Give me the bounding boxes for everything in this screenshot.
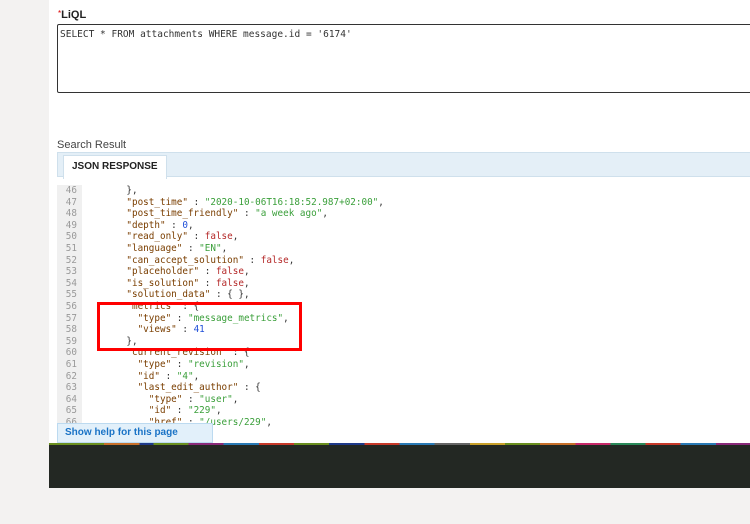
code-token: "placeholder" [104,266,200,278]
code-token: : [199,266,216,278]
code-token: : [238,208,256,220]
code-token: "2020-10-06T16:18:52.987+02:00" [204,196,379,208]
line-number: 60 [65,347,77,359]
code-line: 49 "depth" : 0, [57,220,194,232]
code-token: "language" [104,243,183,254]
code-token: "EN" [199,243,222,254]
line-number: 52 [65,254,77,266]
code-token: , [221,243,228,254]
code-token: , [187,219,194,231]
code-token: "a week ago" [255,208,323,220]
line-number: 47 [65,196,77,208]
code-token: "post_time_friendly" [104,208,239,220]
result-tabbar: JSON RESPONSE [57,152,750,179]
code-token: , [193,370,200,382]
code-line: 64 "type" : "user", [57,393,239,406]
code-token: , [243,266,250,278]
line-number: 58 [65,324,77,336]
code-line: 65 "id" : "229", [57,405,222,417]
code-token: "solution_data" [104,289,211,301]
line-number: 59 [65,335,77,347]
code-token: , [232,393,239,405]
code-token: "is_solution" [104,277,200,289]
line-number: 53 [65,266,77,278]
code-token: : [182,243,200,254]
code-token: , [322,208,328,220]
code-token: , [243,277,250,289]
line-number: 48 [65,208,77,220]
code-token: "4" [176,370,194,382]
code-token: , [243,359,250,370]
code-token: : [187,231,205,243]
code-token: : [171,359,188,370]
code-token: "last_edit_author" [104,382,239,394]
code-token: false [215,266,244,278]
code-token: "229" [187,405,216,417]
code-token: : [199,277,216,289]
code-token: "revision" [187,359,244,370]
liql-label-text: LiQL [61,9,87,21]
code-line: 50 "read_only" : false, [57,231,239,243]
line-number: 63 [65,382,77,394]
search-result-heading: Search Result [57,139,127,151]
line-number: 57 [65,312,77,324]
code-token: "depth" [104,219,166,231]
main-content: *LiQL SELECT * FROM attachments WHERE me… [49,0,750,443]
code-token: : [159,370,177,382]
line-number: 64 [65,393,77,405]
code-token: : [187,196,205,208]
line-number: 61 [65,359,77,370]
liql-query-input[interactable]: SELECT * FROM attachments WHERE message.… [57,24,750,93]
line-number: 62 [65,370,77,382]
code-token: : [182,393,200,405]
liql-label: *LiQL [58,9,86,21]
code-line: 55 "solution_data" : { }, [57,289,250,301]
code-token: "id" [104,370,160,382]
code-line: 51 "language" : "EN", [57,243,227,255]
code-line: 62 "id" : "4", [57,371,199,383]
line-number: 56 [65,301,77,312]
code-line: 46 }, [57,185,138,197]
show-help-link[interactable]: Show help for this page [57,423,213,443]
code-token: "read_only" [104,231,188,243]
code-token: : { }, [210,289,250,301]
code-token: , [378,196,384,208]
page-footer [49,443,750,488]
code-token: false [260,254,289,266]
line-number: 65 [65,405,77,417]
code-token: }, [104,185,138,196]
code-token: : { [238,382,261,394]
code-token: : [165,219,183,231]
code-line: 47 "post_time" : "2020-10-06T16:18:52.98… [57,197,384,209]
code-token: false [204,231,233,243]
code-token: "id" [104,405,172,417]
code-token: "user" [199,393,233,405]
code-line: 61 "type" : "revision", [57,359,250,371]
code-line: 63 "last_edit_author" : { [57,382,261,394]
code-line: 52 "can_accept_solution" : false, [57,254,295,267]
code-line: 54 "is_solution" : false, [57,278,250,290]
code-token: "type" [104,393,183,405]
json-response-viewer[interactable]: 46 }, 47 "post_time" : "2020-10-06T16:18:… [57,185,750,443]
code-token: , [215,405,222,417]
line-number: 51 [65,243,77,254]
line-number: 50 [65,231,77,243]
line-number: 46 [65,185,77,196]
code-token: : [171,405,188,417]
code-token: "can_accept_solution" [104,254,244,266]
code-token: , [266,417,272,428]
code-line: 53 "placeholder" : false, [57,266,250,278]
code-token: "post_time" [104,196,188,208]
code-line: 48 "post_time_friendly" : "a week ago", [57,208,328,220]
code-token: : [243,254,261,266]
code-token: false [215,277,244,289]
code-token: , [232,231,239,243]
metrics-highlight-box [97,302,302,351]
line-number: 55 [65,289,77,301]
code-token: "type" [104,359,172,370]
tab-json-response[interactable]: JSON RESPONSE [63,155,167,179]
code-token: , [288,254,295,266]
line-number: 54 [65,277,77,289]
line-number: 49 [65,219,77,231]
